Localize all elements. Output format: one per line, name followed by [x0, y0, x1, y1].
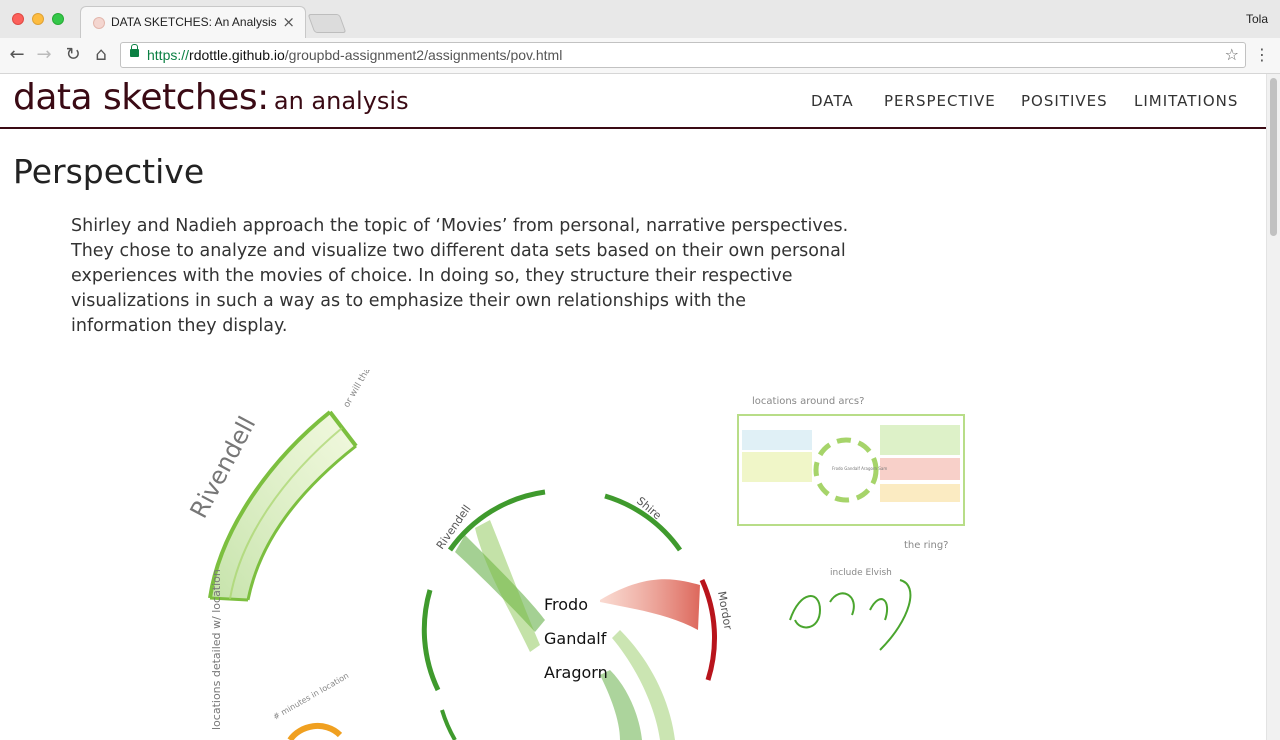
close-window-button[interactable]: [12, 13, 24, 25]
profile-name[interactable]: Tola: [1246, 12, 1268, 26]
tab-title: DATA SKETCHES: An Analysis: [111, 15, 277, 29]
zoom-window-button[interactable]: [52, 13, 64, 25]
nav-link-positives[interactable]: POSITIVES: [1021, 92, 1108, 110]
page-viewport: data sketches: an analysis DATA PERSPECT…: [0, 74, 1266, 740]
sketch-label-gandalf: Gandalf: [544, 629, 607, 648]
sketch-label-the-ring: the ring?: [904, 540, 948, 551]
brand-sub: an analysis: [273, 87, 409, 115]
sketch-label-frodo: Frodo: [544, 595, 588, 614]
back-arrow-icon[interactable]: ←: [5, 44, 29, 66]
url-protocol: https://: [147, 47, 190, 63]
site-header: data sketches: an analysis DATA PERSPECT…: [0, 74, 1266, 129]
sketch-label-aragorn: Aragorn: [544, 663, 608, 682]
url-path: /groupbd-assignment2/assignments/pov.htm…: [284, 47, 563, 63]
tab-close-icon[interactable]: ×: [282, 13, 295, 31]
browser-menu-icon[interactable]: ⋮: [1254, 46, 1270, 64]
bookmark-star-icon[interactable]: ☆: [1225, 45, 1239, 64]
url-text[interactable]: https://rdottle.github.io/groupbd-assign…: [147, 47, 562, 63]
sketch-illustration: Rivendell or will that bring too many tr…: [185, 370, 965, 740]
elvish-script-sketch: [789, 579, 912, 651]
nav-link-perspective[interactable]: PERSPECTIVE: [884, 92, 996, 110]
address-bar[interactable]: https://rdottle.github.io/groupbd-assign…: [120, 42, 1246, 68]
sketch-label-minutes: # minutes in location: [272, 671, 351, 722]
orange-arc-sketch: [287, 722, 343, 740]
url-host: rdottle.github.io: [189, 47, 285, 63]
lock-icon: [130, 44, 139, 57]
browser-toolbar: ← → ↻ ⌂ https://rdottle.github.io/groupb…: [0, 38, 1280, 74]
sketch-note-locations: locations detailed w/ location: [210, 569, 223, 730]
sketch-label-mordor: Mordor: [715, 590, 735, 631]
nav-link-data[interactable]: DATA: [811, 92, 854, 110]
page-scrollbar[interactable]: [1266, 74, 1280, 740]
sketch-note-trees: or will that bring too many trees?: [342, 370, 426, 410]
sketch-label-arc-center-names: Frodo Gandalf Aragorn Sam: [832, 466, 887, 471]
scrollbar-thumb[interactable]: [1270, 78, 1277, 236]
brand-main: data sketches:: [13, 77, 269, 118]
page-title: Perspective: [13, 152, 205, 191]
browser-titlebar: DATA SKETCHES: An Analysis × Tola: [0, 0, 1280, 39]
reload-icon[interactable]: ↻: [61, 44, 85, 66]
lotr-circle-sketch: [421, 489, 717, 740]
new-tab-button[interactable]: [307, 14, 347, 33]
site-brand[interactable]: data sketches: an analysis: [13, 77, 409, 118]
home-icon[interactable]: ⌂: [89, 44, 113, 66]
favicon-icon: [93, 17, 105, 29]
intro-paragraph: Shirley and Nadieh approach the topic of…: [71, 216, 849, 336]
nav-link-limitations[interactable]: LIMITATIONS: [1134, 92, 1238, 110]
minimize-window-button[interactable]: [32, 13, 44, 25]
sketch-label-include-elvish: include Elvish: [830, 568, 892, 578]
browser-tab-active[interactable]: DATA SKETCHES: An Analysis ×: [80, 6, 306, 38]
forward-arrow-icon[interactable]: →: [32, 44, 56, 66]
sketch-label-locations-around-arcs: locations around arcs?: [752, 396, 864, 407]
